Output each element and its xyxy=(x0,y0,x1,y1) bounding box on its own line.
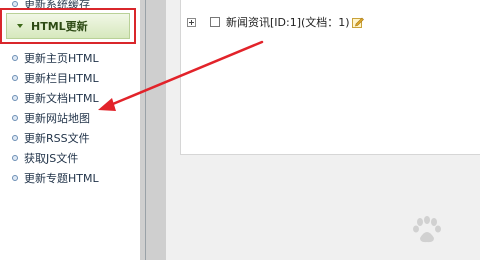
edit-icon[interactable] xyxy=(351,17,364,28)
chevron-down-icon xyxy=(17,24,23,28)
html-update-menu: 更新主页HTML 更新栏目HTML 更新文档HTML 更新网站地图 更新RSS文… xyxy=(12,48,99,188)
bullet-icon xyxy=(12,95,18,101)
sidebar-item-label: 获取JS文件 xyxy=(24,152,79,165)
sidebar-item-update-topic-html[interactable]: 更新专题HTML xyxy=(12,168,99,188)
bullet-icon xyxy=(12,1,18,7)
bullet-icon xyxy=(12,175,18,181)
expand-icon[interactable] xyxy=(187,17,196,27)
sidebar-item-get-js[interactable]: 获取JS文件 xyxy=(12,148,99,168)
baidu-watermark xyxy=(374,214,474,254)
category-checkbox[interactable] xyxy=(210,17,220,27)
tree-row-news: 新闻资讯[ID:1](文档：1) xyxy=(187,14,364,30)
sidebar-item-update-column-html[interactable]: 更新栏目HTML xyxy=(12,68,99,88)
section-title: HTML更新 xyxy=(31,20,88,33)
sidebar: 更新系统缓存 HTML更新 更新主页HTML 更新栏目HTML 更新文档HTML… xyxy=(0,0,140,260)
frame-divider[interactable] xyxy=(140,0,166,260)
sidebar-item-update-home-html[interactable]: 更新主页HTML xyxy=(12,48,99,68)
divider-line xyxy=(145,0,146,260)
category-tree-panel: 新闻资讯[ID:1](文档：1) xyxy=(180,0,480,155)
html-update-section-highlight: HTML更新 xyxy=(0,8,136,44)
sidebar-item-label: 更新网站地图 xyxy=(24,112,90,125)
sidebar-item-update-rss[interactable]: 更新RSS文件 xyxy=(12,128,99,148)
sidebar-item-label: 更新主页HTML xyxy=(24,52,99,65)
sidebar-item-label: 更新专题HTML xyxy=(24,172,99,185)
bullet-icon xyxy=(12,115,18,121)
bullet-icon xyxy=(12,155,18,161)
sidebar-item-label: 更新文档HTML xyxy=(24,92,99,105)
sidebar-item-update-document-html[interactable]: 更新文档HTML xyxy=(12,88,99,108)
sidebar-item-label: 更新RSS文件 xyxy=(24,132,90,145)
tree-row-label[interactable]: 新闻资讯[ID:1](文档：1) xyxy=(226,14,350,30)
sidebar-item-label: 更新栏目HTML xyxy=(24,72,99,85)
bullet-icon xyxy=(12,55,18,61)
html-update-section-header[interactable]: HTML更新 xyxy=(6,13,130,39)
bullet-icon xyxy=(12,75,18,81)
sidebar-item-update-sitemap[interactable]: 更新网站地图 xyxy=(12,108,99,128)
bullet-icon xyxy=(12,135,18,141)
